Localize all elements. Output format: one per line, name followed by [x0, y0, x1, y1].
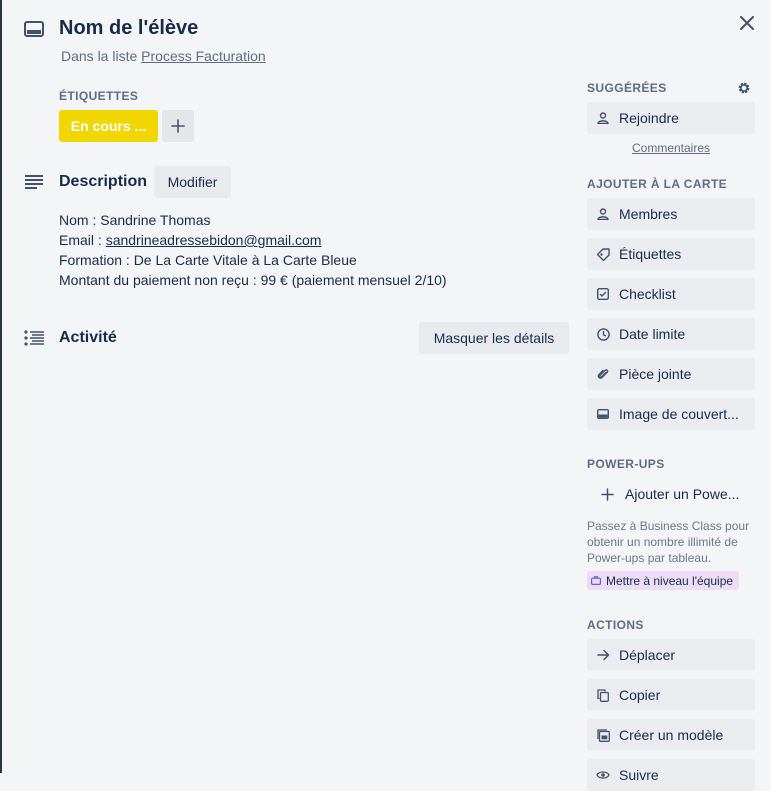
clock-icon: [596, 327, 610, 341]
edit-description-button[interactable]: Modifier: [154, 166, 231, 198]
due-date-button[interactable]: Date limite: [587, 318, 755, 350]
description-email-line: Email : sandrineadressebidon@gmail.com: [59, 230, 447, 250]
members-label: Membres: [619, 206, 678, 222]
template-icon: [596, 728, 610, 742]
person-icon: [596, 111, 610, 125]
actions-heading: Actions: [587, 618, 644, 632]
copy-icon: [596, 688, 610, 702]
card-title[interactable]: Nom de l'élève: [59, 17, 198, 40]
arrow-right-icon: [596, 648, 610, 662]
add-power-up-label: Ajouter un Powe...: [625, 486, 740, 502]
labels-button[interactable]: Étiquettes: [587, 238, 755, 270]
power-ups-heading: Power-Ups: [587, 457, 665, 471]
copy-label: Copier: [619, 687, 661, 703]
activity-icon: [24, 328, 44, 348]
board-background-edge: [0, 0, 2, 773]
follow-button[interactable]: Suivre: [587, 759, 755, 791]
create-template-button[interactable]: Créer un modèle: [587, 719, 755, 751]
add-label-button[interactable]: [162, 110, 194, 142]
card-list-info: Dans la liste Process Facturation: [61, 48, 266, 64]
add-to-card-heading: Ajouter à la carte: [587, 177, 728, 191]
follow-label: Suivre: [619, 767, 659, 783]
checklist-button[interactable]: Checklist: [587, 278, 755, 310]
list-link[interactable]: Process Facturation: [141, 48, 266, 64]
description-formation-line: Formation : De La Carte Vitale à La Cart…: [59, 252, 357, 268]
activity-heading: Activité: [59, 329, 117, 346]
copy-button[interactable]: Copier: [587, 679, 755, 711]
description-heading: Description: [59, 173, 148, 190]
close-icon[interactable]: [736, 12, 758, 34]
power-ups-note: Passez à Business Class pour obtenir un …: [587, 519, 750, 565]
person-icon: [596, 207, 610, 221]
cover-image-label: Image de couvert...: [619, 406, 739, 422]
email-link[interactable]: sandrineadressebidon@gmail.com: [106, 232, 322, 248]
create-template-label: Créer un modèle: [619, 727, 724, 743]
move-label: Déplacer: [619, 647, 676, 663]
upgrade-team-label: Mettre à niveau l'équipe: [606, 573, 734, 588]
description-icon: [24, 172, 44, 192]
due-date-label: Date limite: [619, 326, 686, 342]
paperclip-icon: [596, 367, 610, 381]
add-power-up-button[interactable]: Ajouter un Powe...: [587, 478, 755, 510]
plus-icon: [171, 119, 185, 133]
members-button[interactable]: Membres: [587, 198, 755, 230]
labels-button-label: Étiquettes: [619, 246, 682, 262]
description-name-line: Nom : Sandrine Thomas: [59, 212, 211, 228]
email-prefix: Email :: [59, 232, 106, 248]
checklist-icon: [596, 287, 610, 301]
join-button[interactable]: Rejoindre: [587, 102, 755, 134]
label-chip[interactable]: En cours ...: [59, 110, 158, 142]
gear-icon[interactable]: [735, 79, 753, 97]
upgrade-team-button[interactable]: Mettre à niveau l'équipe: [587, 571, 740, 590]
cover-image-button[interactable]: Image de couvert...: [587, 398, 755, 430]
suggested-heading: Suggérées: [587, 81, 667, 95]
move-button[interactable]: Déplacer: [587, 639, 755, 671]
briefcase-icon: [591, 576, 601, 585]
description-text: Nom : Sandrine Thomas Email : sandrinead…: [59, 210, 447, 290]
labels-heading: Étiquettes: [59, 89, 139, 103]
hide-details-button[interactable]: Masquer les détails: [419, 322, 569, 354]
attachment-label: Pièce jointe: [619, 366, 692, 382]
tag-icon: [596, 247, 610, 261]
eye-icon: [596, 768, 610, 782]
in-list-prefix: Dans la liste: [61, 48, 138, 64]
description-amount-line: Montant du paiement non reçu : 99 € (pai…: [59, 272, 447, 288]
card-icon: [24, 19, 44, 39]
attachment-button[interactable]: Pièce jointe: [587, 358, 755, 390]
comments-link[interactable]: Commentaires: [587, 141, 755, 155]
cover-icon: [596, 407, 610, 421]
plus-icon: [601, 487, 615, 501]
checklist-label: Checklist: [619, 286, 676, 302]
join-label: Rejoindre: [619, 110, 679, 126]
